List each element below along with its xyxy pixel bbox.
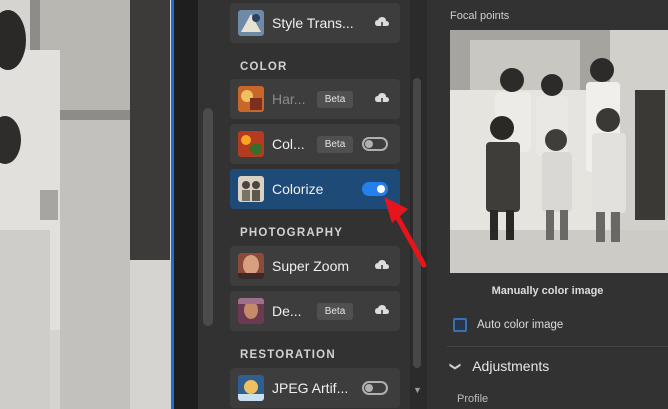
auto-color-label: Auto color image — [477, 319, 564, 331]
cloud-download-icon[interactable] — [374, 91, 390, 107]
filter-harmonization[interactable]: Har... Beta — [230, 79, 400, 119]
chevron-down-icon[interactable]: ❯ — [449, 361, 462, 370]
colorize-toggle[interactable] — [362, 182, 388, 196]
filter-label: Style Trans... — [272, 15, 354, 31]
adjustments-header[interactable]: ❯ Adjustments — [449, 358, 550, 374]
profile-label: Profile — [457, 393, 489, 405]
colorize-thumb-icon — [238, 176, 264, 202]
filter-label: De... — [272, 303, 302, 319]
canvas-photo — [0, 0, 174, 409]
harmonization-thumb-icon — [238, 86, 264, 112]
section-color: COLOR — [240, 61, 288, 73]
beta-badge: Beta — [317, 303, 353, 320]
color-transfer-toggle[interactable] — [362, 137, 388, 151]
filter-settings-panel: Focal points Manually color image Auto c… — [427, 0, 668, 409]
filter-colorize[interactable]: Colorize — [230, 169, 400, 209]
cloud-download-icon[interactable] — [374, 258, 390, 274]
auto-color-option[interactable]: Auto color image — [453, 318, 563, 332]
cloud-download-icon[interactable] — [374, 15, 390, 31]
filter-super-zoom[interactable]: Super Zoom — [230, 246, 400, 286]
filter-color-transfer[interactable]: Col... Beta — [230, 124, 400, 164]
style-transfer-thumb-icon — [238, 10, 264, 36]
jpeg-artifacts-toggle[interactable] — [362, 381, 388, 395]
focal-points-preview[interactable] — [450, 30, 668, 273]
filter-label: Col... — [272, 136, 305, 152]
beta-badge: Beta — [317, 91, 353, 108]
section-restoration: RESTORATION — [240, 349, 336, 361]
preview-photo — [450, 30, 668, 273]
color-transfer-thumb-icon — [238, 131, 264, 157]
beta-badge: Beta — [317, 136, 353, 153]
manually-color-label: Manually color image — [491, 285, 604, 297]
jpeg-artifacts-thumb-icon — [238, 375, 264, 401]
depth-blur-thumb-icon — [238, 298, 264, 324]
filter-jpeg-artifacts[interactable]: JPEG Artif... — [230, 368, 400, 408]
scroll-down-icon[interactable]: ▼ — [413, 385, 422, 395]
cloud-download-icon[interactable] — [374, 303, 390, 319]
auto-color-checkbox[interactable] — [453, 318, 467, 332]
canvas-scroll-thumb[interactable] — [203, 108, 213, 326]
focal-points-title: Focal points — [450, 10, 510, 22]
filter-label: JPEG Artif... — [272, 380, 349, 396]
filter-style-transfer[interactable]: Style Trans... — [230, 3, 400, 43]
filter-label: Har... — [272, 91, 306, 107]
filter-label: Colorize — [272, 181, 324, 197]
adjustments-label: Adjustments — [472, 358, 550, 374]
filter-depth-blur[interactable]: De... Beta — [230, 291, 400, 331]
canvas-scrollbar[interactable] — [198, 0, 220, 409]
super-zoom-thumb-icon — [238, 253, 264, 279]
filters-scrollbar[interactable]: ▼ — [410, 0, 427, 409]
neural-filters-list: Style Trans... COLOR Har... Beta Col... … — [220, 0, 410, 409]
canvas-gap — [174, 0, 198, 409]
canvas-image[interactable] — [0, 0, 174, 409]
section-divider — [447, 346, 668, 347]
section-photography: PHOTOGRAPHY — [240, 227, 344, 239]
filters-scroll-thumb[interactable] — [413, 78, 421, 368]
filter-label: Super Zoom — [272, 258, 350, 274]
